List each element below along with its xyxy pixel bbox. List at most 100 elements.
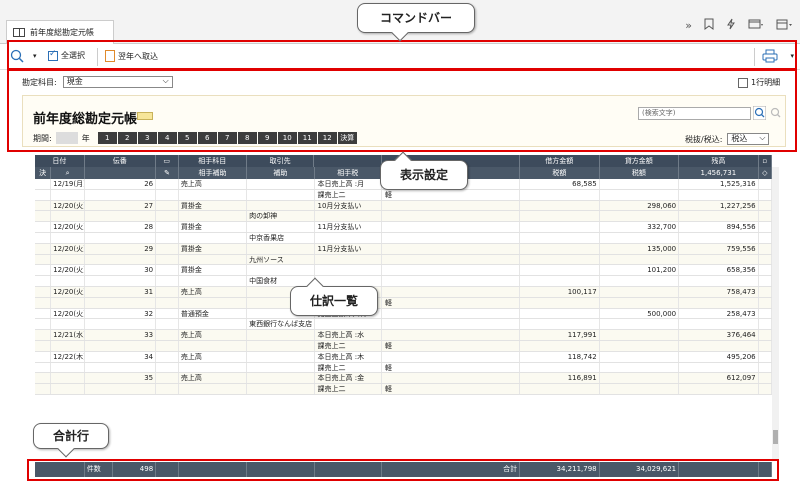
cell-no: 33 [85,330,157,340]
cell-acct [179,384,248,394]
col-credit-tax[interactable]: 税額 [600,167,680,179]
col-partner[interactable]: 取引先 [247,155,315,167]
cell-cr [600,351,680,362]
cell-cr [600,319,680,330]
cell-blank [156,351,179,362]
window-icon[interactable] [748,18,764,33]
cell-date: 12/19(月) [53,179,86,189]
table-row[interactable]: 課売上二軽 [35,384,772,395]
cell-bal [679,340,759,351]
cell-date [51,319,86,330]
totals-row-highlight [27,459,779,481]
table-row[interactable]: 12/20(火) 28 買掛金 11月分支払い 332,700 894,556 [35,222,772,233]
cell-dr [520,222,600,232]
cell-blank [35,254,52,265]
table-row[interactable]: 12/20(火)32普通預金売上金預け入れ500,000258,473 [35,308,772,320]
table-row[interactable]: 12/21(水) 33 売上高 本日売上高 :水 117,991 376,464 [35,330,772,341]
table-row[interactable]: 35 売上高 本日売上高 :金 116,891 612,097 [35,373,772,385]
double-chevron-icon[interactable]: » [685,19,692,32]
table-row[interactable]: 中国食材 [35,276,772,287]
cell-blank [156,297,179,308]
cell-dr [520,232,600,243]
cell-tax [382,222,521,232]
table-row[interactable]: 12/20(火)31売上高本日売上高 :火100,117758,473 [35,286,772,298]
table-row[interactable]: 12/20(火) 29 買掛金 11月分支払い 135,000 759,556 [35,243,772,255]
callout-command-bar-text: コマンドバー [379,11,452,25]
col-debit[interactable]: 借方金額 [520,155,600,167]
cell-sub [247,362,315,373]
cell-bal: 495,206 [679,351,759,362]
cell-tax [382,200,521,211]
cell-sub [247,340,315,351]
cell-bal [679,319,759,330]
cell-date [51,297,86,308]
cell-dr [520,362,600,373]
cell-cr [600,211,680,222]
cell-acct [179,297,248,308]
memo-icon[interactable]: ▫ [759,155,772,167]
bookmark-icon[interactable] [704,18,714,33]
cell-dr [520,243,600,254]
cell-acct: 売上高 [179,179,248,189]
search-icon[interactable]: ⌕ [51,167,86,179]
tag-icon[interactable]: ◇ [759,167,772,179]
col-date[interactable]: 日付 [35,155,85,167]
cell-dr [520,340,600,351]
cell-desc [315,232,382,243]
table-row[interactable]: 課売上二軽 [35,362,772,374]
col-account[interactable]: 相手科目 [179,155,247,167]
cell-dr: 68,585 [520,179,600,189]
calendar-icon[interactable] [776,18,794,33]
table-row[interactable]: 12/20(火) 27 買掛金 10月分支払い 298,060 1,227,256 [35,200,772,212]
cell-bal [679,254,759,265]
col-no[interactable]: 伝番 [85,155,156,167]
cell-blank [759,351,772,362]
cell-tax [382,243,521,254]
table-row[interactable]: 課売上二軽 [35,189,772,201]
cell-desc [315,276,382,286]
col-debit-tax[interactable]: 税額 [520,167,600,179]
table-row[interactable]: 課売上二軽 [35,340,772,352]
table-row[interactable]: 12/20(火) 30 買掛金 101,200 658,356 [35,265,772,277]
cell-cr: 500,000 [600,308,680,319]
cell-blank [35,243,52,254]
cell-blank [35,308,52,319]
callout-totals-row: 合計行 [33,423,109,458]
col-tax-a[interactable]: 相手税 [315,167,382,179]
cell-sub [247,373,315,384]
col-sub[interactable]: 相手補助 [179,167,248,179]
cell-blank [759,276,772,286]
cell-bal: 612,097 [679,373,759,384]
cell-blank [759,384,772,394]
cell-blank [156,373,179,384]
cell-cr [600,362,680,373]
cell-bal: 759,556 [679,243,759,254]
scrollbar-thumb[interactable] [773,430,778,444]
col-settle[interactable]: 決 [35,167,52,179]
callout-display-settings-text: 表示設定 [399,168,448,182]
table-row[interactable]: 東西銀行なんば支店 [35,319,772,331]
cell-tax [382,351,521,362]
scrollbar[interactable] [772,167,779,460]
table-row[interactable]: 中京香果店 [35,232,772,244]
cell-date [51,340,86,351]
col-balance[interactable]: 残高 [679,155,759,167]
table-row[interactable]: 12/22(木) 34 売上高 本日売上高 :木 118,742 495,206 [35,351,772,363]
lightning-icon[interactable] [726,18,736,33]
col-credit[interactable]: 貸方金額 [600,155,680,167]
cell-blank [35,384,52,394]
callout-journal-list: 仕訳一覧 [290,277,378,316]
table-row[interactable]: 九州ソース [35,254,772,266]
table-row[interactable]: 課売上二軽 [35,297,772,309]
cell-acct: 買掛金 [179,243,248,254]
book-icon[interactable]: ▭ [156,155,179,167]
cell-dr [520,211,600,222]
col-aux[interactable]: 補助 [247,167,315,179]
cell-no: 35 [85,373,157,384]
edit-icon[interactable]: ✎ [156,167,179,179]
cell-no: 29 [85,243,157,254]
cell-desc: 課売上二 [315,362,382,373]
cell-date [51,211,86,222]
callout-totals-row-text: 合計行 [52,429,89,443]
table-row[interactable]: 肉の卸神 [35,211,772,223]
